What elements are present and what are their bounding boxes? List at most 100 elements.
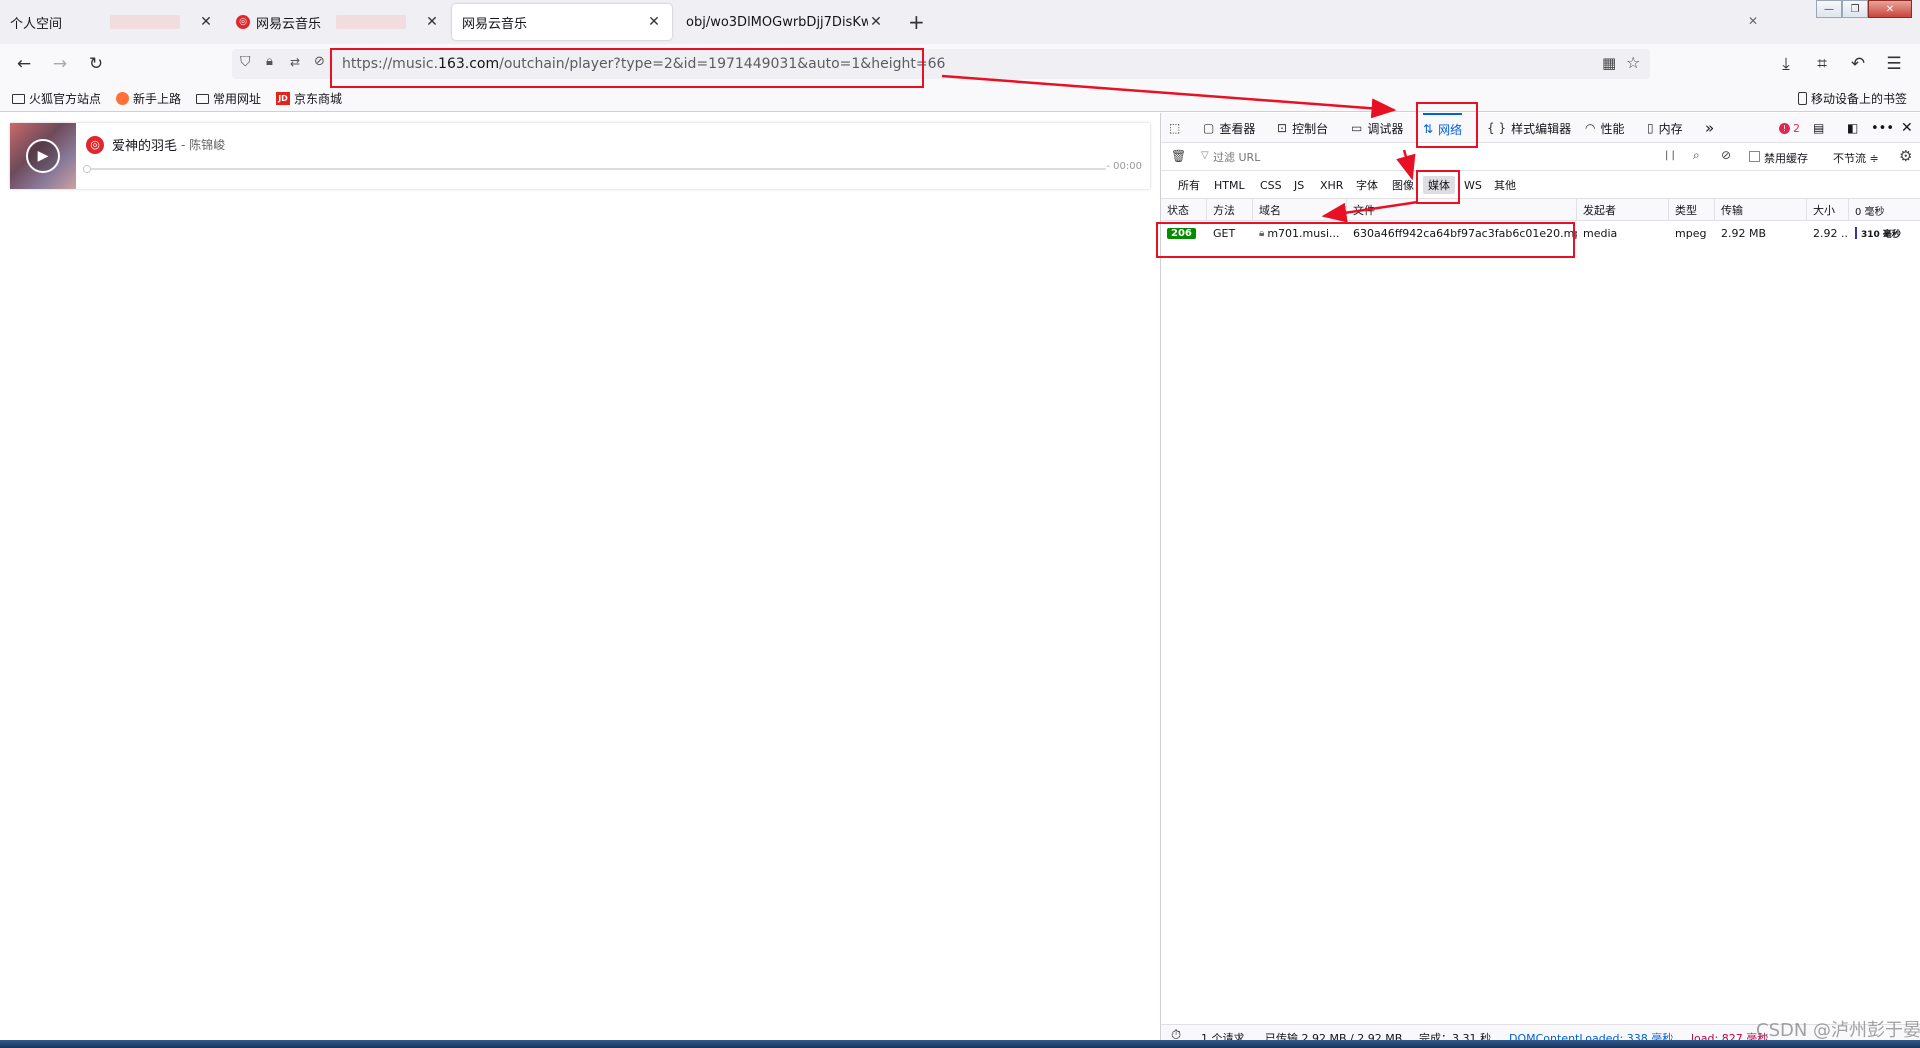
more-options-icon[interactable]: •••: [1871, 113, 1894, 143]
tab-performance[interactable]: ◠ 性能: [1585, 113, 1625, 143]
row-timing: 310 毫秒: [1849, 221, 1920, 245]
bookmark-jd-mall[interactable]: JD 京东商城: [276, 90, 342, 107]
menu-icon[interactable]: ☰: [1882, 52, 1906, 76]
tab-label: 查看器: [1219, 121, 1256, 136]
close-icon[interactable]: ✕: [424, 14, 440, 30]
split-console-icon[interactable]: ▤: [1813, 113, 1824, 143]
bookmark-mobile[interactable]: 移动设备上的书签: [1798, 90, 1907, 107]
more-tools-chevron-icon[interactable]: »: [1705, 113, 1714, 143]
bookmark-label: 新手上路: [133, 92, 182, 106]
minimize-button[interactable]: —: [1816, 0, 1842, 18]
screenshot-crop-icon[interactable]: ⌗: [1810, 52, 1834, 76]
filter-ws[interactable]: WS: [1459, 176, 1487, 194]
trash-icon[interactable]: 🗑︎: [1171, 149, 1186, 163]
permissions-icon[interactable]: ⇄: [290, 55, 300, 69]
reload-icon[interactable]: ↻: [84, 52, 108, 76]
bookmark-star-icon[interactable]: ☆: [1626, 53, 1640, 72]
forward-arrow-icon[interactable]: →: [48, 52, 72, 76]
search-icon[interactable]: ⌕: [1693, 148, 1700, 163]
filter-other[interactable]: 其他: [1489, 176, 1521, 194]
disable-cache-checkbox[interactable]: [1749, 151, 1760, 162]
col-initiator[interactable]: 发起者: [1577, 199, 1669, 221]
row-timing-label: 310 毫秒: [1861, 229, 1901, 240]
jd-logo-icon: JD: [276, 92, 290, 105]
shield-icon[interactable]: ⛉: [240, 54, 251, 70]
col-file[interactable]: 文件: [1347, 199, 1577, 221]
tab-personal-space[interactable]: 个人空间 ✕: [0, 4, 224, 40]
annotation-box-media-filter: [1416, 170, 1460, 204]
filter-html[interactable]: HTML: [1209, 176, 1250, 194]
block-icon[interactable]: ⊘: [1721, 148, 1731, 162]
filter-images[interactable]: 图像: [1387, 176, 1419, 194]
devtools-close-icon[interactable]: ✕: [1901, 113, 1913, 143]
list-all-tabs-icon[interactable]: ✕: [1748, 14, 1758, 28]
tab-label: 网易云音乐: [462, 16, 528, 32]
col-domain[interactable]: 域名: [1253, 199, 1347, 221]
undo-icon[interactable]: ↶: [1846, 52, 1870, 76]
disable-cache-label: 禁用缓存: [1764, 152, 1808, 165]
progress-bar[interactable]: [83, 165, 1106, 173]
page-content: ▶ ◎ 爱神的羽毛 - 陈锦峻 - 00:00: [0, 113, 1160, 1048]
close-icon[interactable]: ✕: [868, 14, 884, 30]
console-icon: ⊡: [1277, 121, 1288, 135]
album-cover: ▶: [10, 123, 76, 189]
close-icon[interactable]: ✕: [198, 14, 214, 30]
filter-js[interactable]: JS: [1289, 176, 1309, 194]
progress-handle[interactable]: [83, 165, 91, 173]
tab-console[interactable]: ⊡ 控制台: [1277, 113, 1328, 143]
lock-icon[interactable]: 🔒︎: [266, 54, 273, 69]
row-type: mpeg: [1675, 226, 1707, 240]
maximize-button[interactable]: ❐: [1842, 0, 1868, 18]
filter-all[interactable]: 所有: [1173, 176, 1205, 194]
col-size[interactable]: 大小: [1807, 199, 1849, 221]
tab-inspector[interactable]: ▢ 查看器: [1203, 113, 1255, 143]
play-time: - 00:00: [1106, 161, 1142, 172]
back-arrow-icon[interactable]: ←: [12, 52, 36, 76]
throttle-select[interactable]: 不节流 ≑: [1833, 150, 1879, 166]
dock-side-icon[interactable]: ◧: [1847, 113, 1858, 143]
col-transferred[interactable]: 传输: [1715, 199, 1807, 221]
pause-icon[interactable]: | |: [1665, 150, 1675, 161]
tab-debugger[interactable]: ▭ 调试器: [1351, 113, 1403, 143]
tab-memory[interactable]: ▯ 内存: [1647, 113, 1683, 143]
new-tab-plus-icon[interactable]: +: [908, 10, 925, 34]
folder-icon: [196, 93, 209, 104]
gauge-icon: ◠: [1585, 121, 1596, 135]
download-icon[interactable]: ⤓: [1774, 52, 1798, 76]
filter-funnel-icon: ▽: [1201, 150, 1209, 161]
tab-style-editor[interactable]: { } 样式编辑器: [1487, 113, 1571, 143]
col-method[interactable]: 方法: [1207, 199, 1253, 221]
filter-css[interactable]: CSS: [1255, 176, 1287, 194]
request-table-header: 状态 方法 域名 文件 发起者 类型 传输 大小 0 毫秒: [1161, 199, 1920, 221]
tab-netease-music-1[interactable]: ◎ 网易云音乐 ✕: [226, 4, 450, 40]
play-icon[interactable]: ▶: [26, 139, 60, 173]
col-waterfall[interactable]: 0 毫秒: [1849, 199, 1920, 221]
close-icon[interactable]: ✕: [646, 14, 662, 30]
element-picker-icon[interactable]: ⬚: [1169, 113, 1185, 143]
tab-strip: 个人空间 ✕ ◎ 网易云音乐 ✕ 网易云音乐 ✕ obj/wo3DlMOGwrb…: [0, 0, 1920, 44]
bookmark-label: 移动设备上的书签: [1811, 92, 1908, 106]
bookmarks-toolbar: 火狐官方站点 新手上路 常用网址 JD 京东商城 移动设备上的书签: [0, 84, 1920, 112]
col-status[interactable]: 状态: [1161, 199, 1207, 221]
qr-code-icon[interactable]: ▦: [1602, 54, 1616, 72]
window-close-button[interactable]: ✕: [1868, 0, 1912, 18]
tab-obj-file[interactable]: obj/wo3DlMOGwrbDjj7DisKw/17 ✕: [676, 4, 894, 40]
filter-xhr[interactable]: XHR: [1315, 176, 1348, 194]
tab-netease-music-active[interactable]: 网易云音乐 ✕: [452, 4, 672, 40]
bookmark-getting-started[interactable]: 新手上路: [116, 90, 181, 107]
waterfall-bar: [1855, 227, 1857, 239]
tab-label: 网易云音乐: [256, 16, 322, 32]
bookmark-firefox-official[interactable]: 火狐官方站点: [12, 90, 101, 107]
firefox-icon: [116, 92, 129, 105]
col-type[interactable]: 类型: [1669, 199, 1715, 221]
blurred-tab-title: [110, 15, 180, 29]
bookmark-common-sites[interactable]: 常用网址: [196, 90, 261, 107]
bookmark-label: 京东商城: [294, 92, 343, 106]
devtools-toolbar: ⬚ ▢ 查看器 ⊡ 控制台 ▭ 调试器 ⇅ 网络 { } 样式编辑器 ◠ 性能 ▯ 内存 » …: [1161, 113, 1920, 143]
tracking-icon[interactable]: ⊘: [314, 54, 325, 69]
filter-fonts[interactable]: 字体: [1351, 176, 1383, 194]
gear-icon[interactable]: ⚙: [1899, 147, 1912, 165]
filter-url-input[interactable]: [1213, 147, 1593, 167]
error-count[interactable]: ! 2: [1779, 113, 1800, 143]
tab-label: 样式编辑器: [1511, 121, 1572, 136]
